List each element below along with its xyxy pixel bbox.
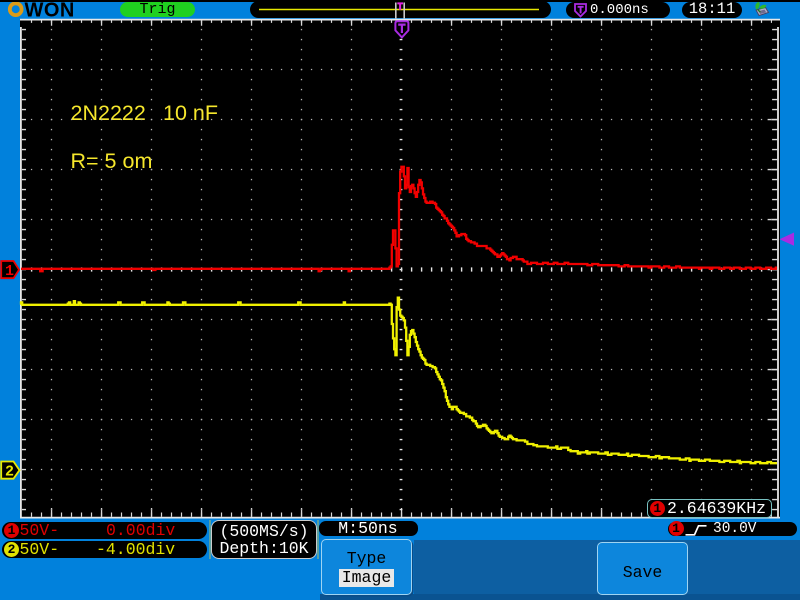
svg-text:1: 1 xyxy=(5,263,14,280)
svg-text:2: 2 xyxy=(5,464,14,481)
